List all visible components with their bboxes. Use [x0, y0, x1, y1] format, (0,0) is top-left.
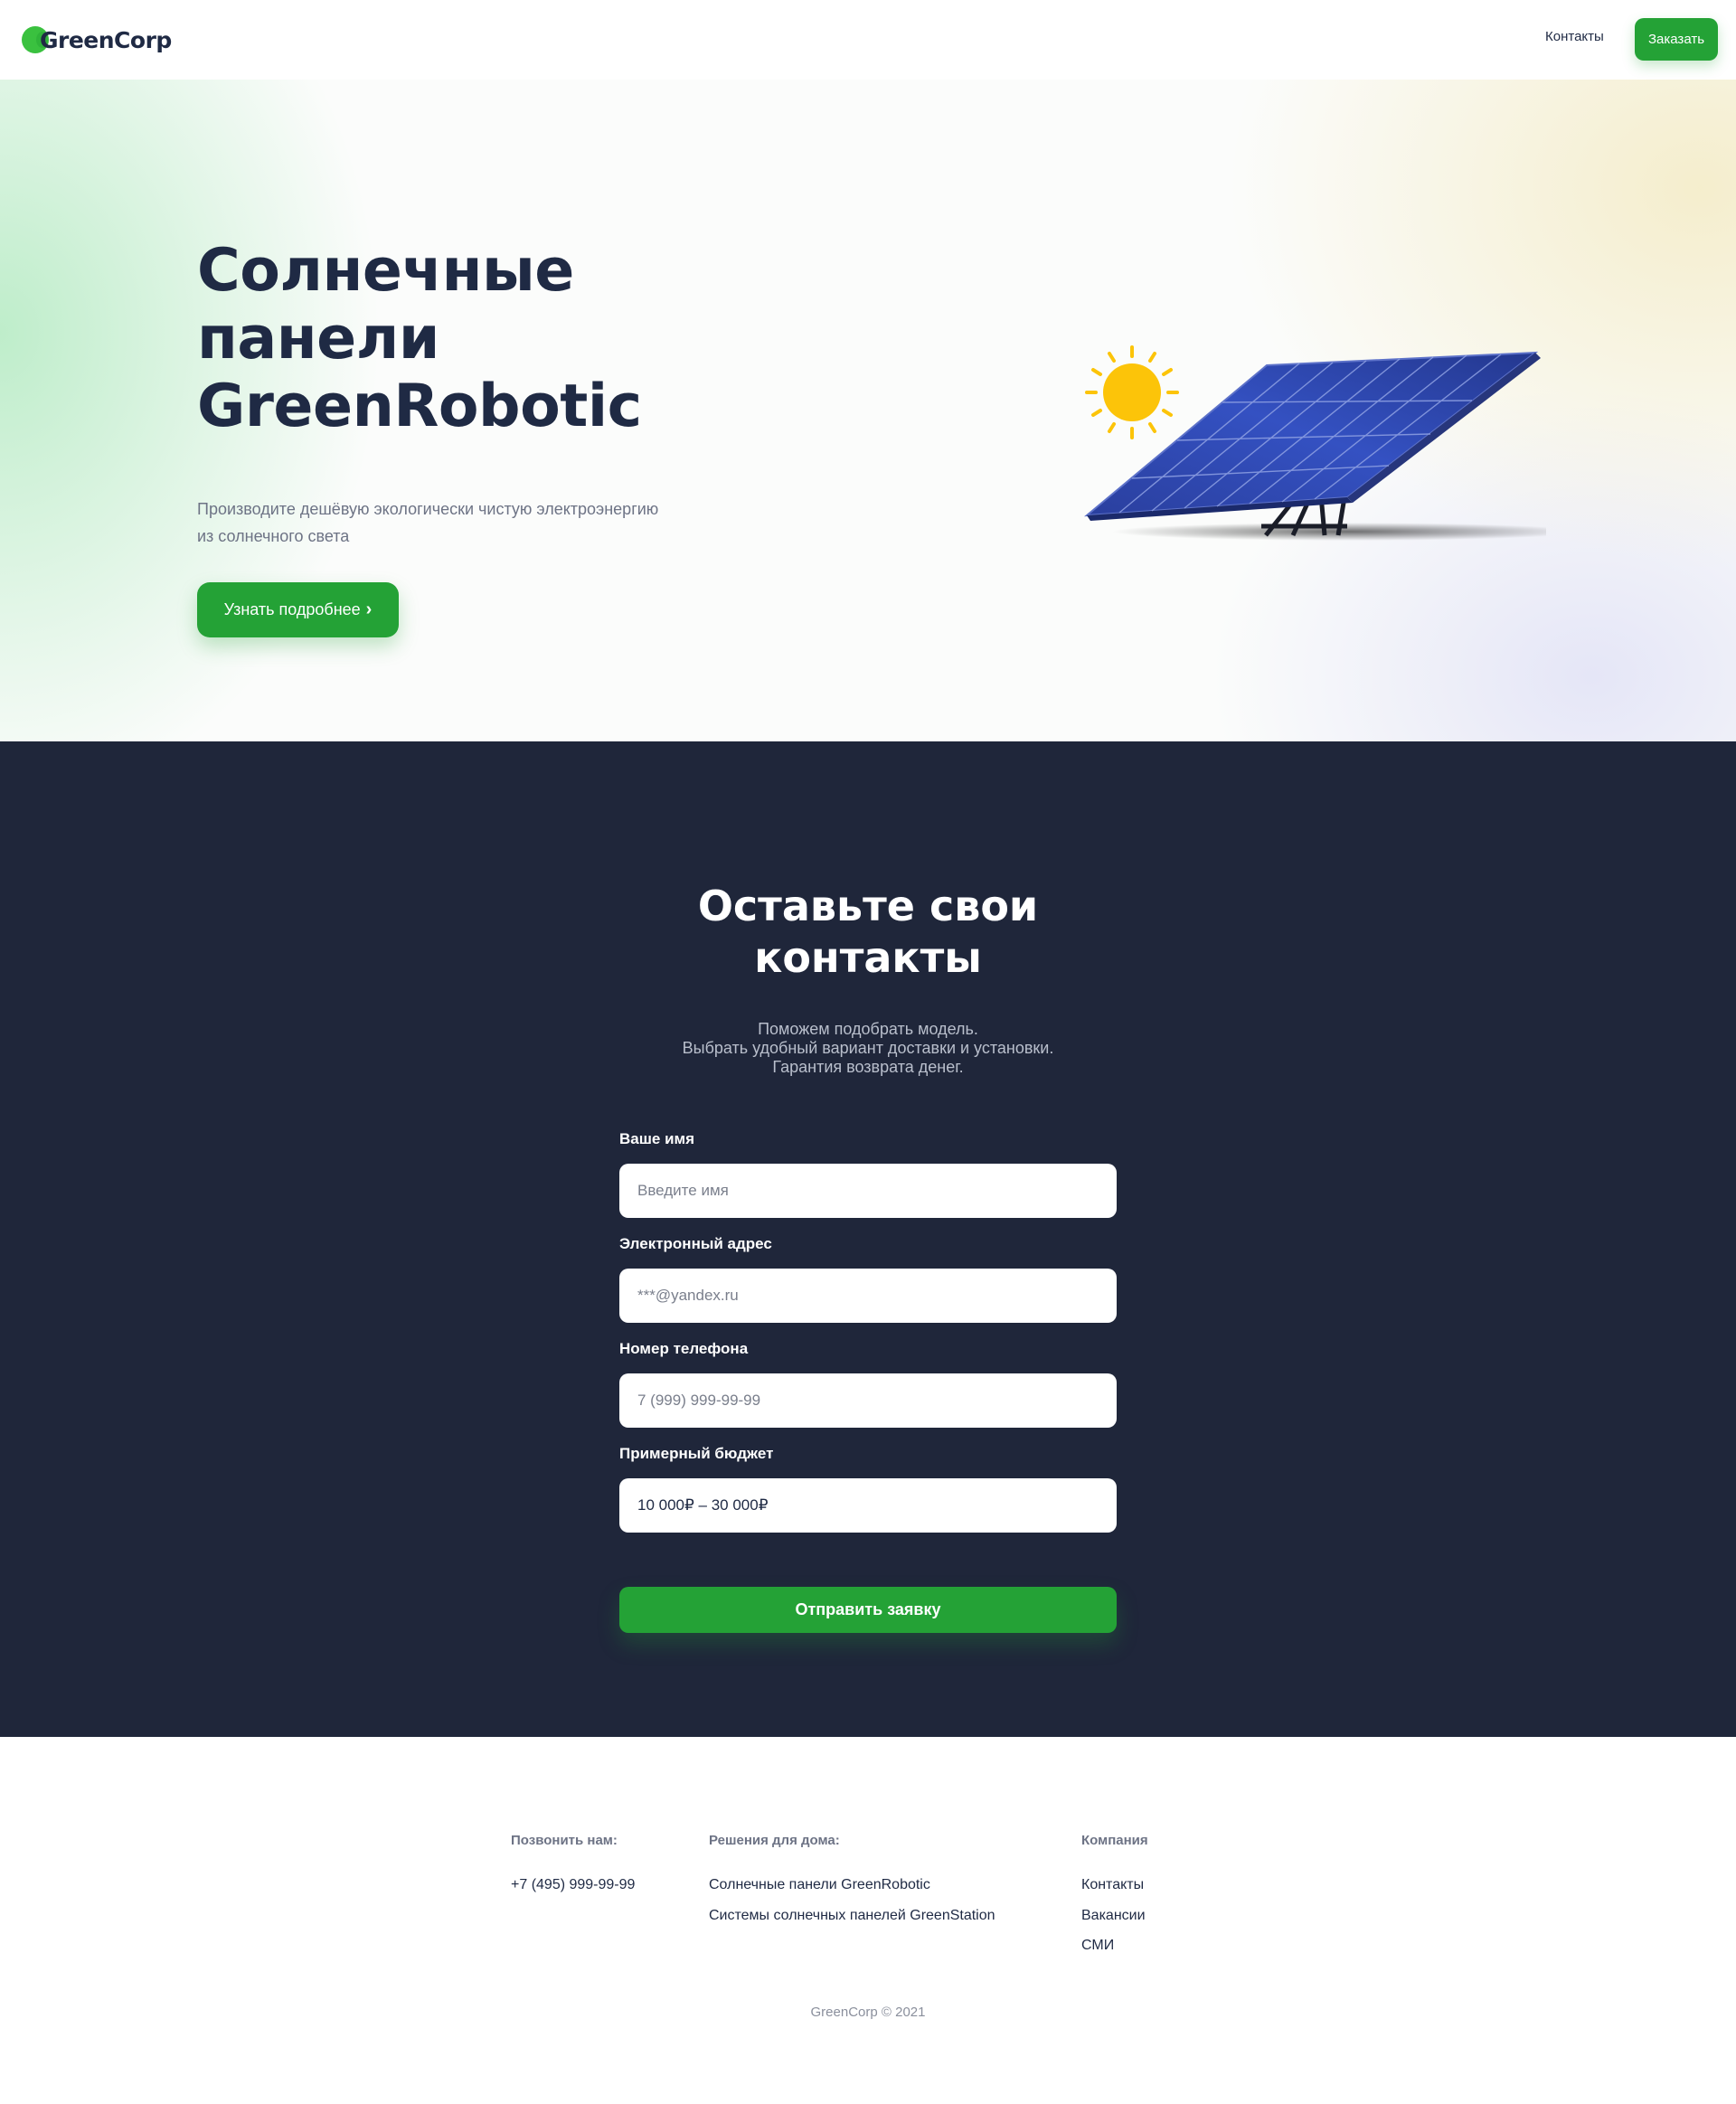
footer-link-vacancies[interactable]: Вакансии	[1081, 1908, 1146, 1924]
contact-subtitle-line: Поможем подобрать модель.	[758, 1020, 978, 1038]
footer-link-greenstation[interactable]: Системы солнечных панелей GreenStation	[709, 1908, 995, 1924]
chevron-right-icon: ›	[365, 599, 373, 619]
copyright: GreenCorp © 2021	[810, 2005, 926, 2020]
footer-link-contacts[interactable]: Контакты	[1081, 1877, 1144, 1893]
learn-more-button[interactable]: Узнать подробнее ›	[197, 582, 399, 637]
contact-title-line: Оставьте свои	[697, 882, 1039, 930]
footer-link-media[interactable]: СМИ	[1081, 1938, 1114, 1954]
hero-section: Солнечные панели GreenRobotic Производит…	[0, 80, 1736, 741]
site-header: GreenCorp Контакты Заказать	[0, 0, 1736, 80]
contact-title: Оставьте свои контакты	[597, 881, 1139, 984]
name-label: Ваше имя	[619, 1130, 695, 1147]
order-button[interactable]: Заказать	[1635, 18, 1718, 61]
learn-more-label: Узнать подробнее	[223, 600, 361, 618]
footer-home-solutions-heading: Решения для дома:	[709, 1833, 840, 1848]
logo-text: GreenCorp	[40, 26, 172, 53]
hero-title-line: GreenRobotic	[197, 373, 642, 440]
footer-link-greenrobotic[interactable]: Солнечные панели GreenRobotic	[709, 1877, 930, 1893]
hero-title: Солнечные панели GreenRobotic	[197, 237, 740, 440]
footer-phone-link[interactable]: +7 (495) 999-99-99	[511, 1877, 635, 1893]
budget-label: Примерный бюджет	[619, 1445, 774, 1462]
email-input[interactable]	[619, 1269, 1117, 1323]
contact-subtitle-line: Гарантия возврата денег.	[772, 1058, 964, 1076]
contact-subtitle: Поможем подобрать модель. Выбрать удобны…	[506, 1020, 1230, 1077]
contact-subtitle-line: Выбрать удобный вариант доставки и устан…	[682, 1039, 1054, 1057]
phone-input[interactable]	[619, 1373, 1117, 1428]
hero-subtitle: Производите дешёвую экологически чистую …	[197, 495, 740, 550]
hero-subtitle-line: из солнечного света	[197, 527, 350, 545]
submit-button[interactable]: Отправить заявку	[619, 1587, 1117, 1633]
footer-company-heading: Компания	[1081, 1833, 1148, 1848]
hero-subtitle-line: Производите дешёвую экологически чистую …	[197, 500, 659, 518]
email-label: Электронный адрес	[619, 1235, 772, 1252]
phone-label: Номер телефона	[619, 1340, 749, 1357]
sun-icon	[1085, 345, 1179, 439]
contact-section: Оставьте свои контакты Поможем подобрать…	[0, 741, 1736, 1737]
site-footer: Позвонить нам: +7 (495) 999-99-99 Решени…	[0, 1737, 1736, 2104]
hero-title-line: Солнечные	[197, 237, 574, 305]
name-input[interactable]	[619, 1164, 1117, 1218]
logo[interactable]: GreenCorp	[22, 22, 172, 58]
contact-title-line: контакты	[754, 933, 982, 982]
solar-panel-illustration	[1083, 345, 1546, 541]
budget-input[interactable]	[619, 1478, 1117, 1533]
footer-call-heading: Позвонить нам:	[511, 1833, 618, 1848]
hero-title-line: панели	[197, 305, 439, 373]
nav-contacts-link[interactable]: Контакты	[1545, 29, 1604, 44]
